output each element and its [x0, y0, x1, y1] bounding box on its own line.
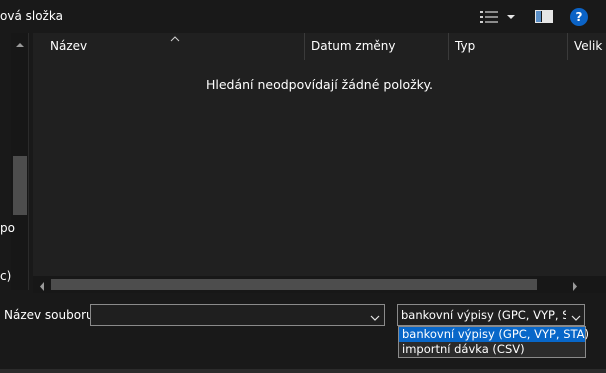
horizontal-scrollbar-thumb[interactable] — [51, 279, 537, 290]
nav-item-label[interactable]: c) — [0, 269, 11, 283]
file-list[interactable] — [33, 33, 606, 293]
scroll-right-icon[interactable] — [571, 280, 579, 291]
details-view-icon[interactable] — [480, 10, 498, 24]
column-header-type[interactable]: Typ — [455, 39, 475, 59]
filename-dropdown-chevron-icon[interactable] — [370, 311, 380, 321]
scroll-left-icon[interactable] — [38, 280, 46, 291]
column-header-date-modified[interactable]: Datum změny — [311, 39, 396, 59]
column-separator[interactable] — [448, 33, 449, 60]
file-type-selected-value[interactable]: bankovní výpisy (GPC, VYP, STA) — [401, 308, 566, 322]
column-header-name[interactable]: Název — [50, 39, 87, 59]
nav-item-label[interactable]: po — [0, 221, 15, 235]
filename-input[interactable] — [90, 304, 385, 326]
new-folder-button[interactable]: ová složka — [0, 9, 63, 23]
empty-results-message: Hledání neodpovídají žádné položky. — [205, 77, 434, 92]
file-type-chevron-icon[interactable] — [571, 311, 581, 321]
view-dropdown-chevron-icon[interactable] — [506, 11, 516, 21]
preview-pane-icon[interactable] — [535, 10, 553, 23]
pane-divider — [28, 33, 29, 290]
scroll-up-icon[interactable] — [16, 38, 24, 47]
list-vertical-scrollbar[interactable] — [588, 60, 606, 276]
file-type-option-import-batch[interactable]: importní dávka (CSV) — [399, 342, 585, 357]
filename-label: Název souboru: — [4, 308, 98, 322]
bottom-border — [0, 369, 606, 373]
file-type-option-bank-statements[interactable]: bankovní výpisy (GPC, VYP, STA) — [399, 327, 589, 342]
column-header-size[interactable]: Velik — [574, 39, 606, 59]
sort-indicator-icon — [170, 31, 180, 42]
help-icon[interactable]: ? — [570, 8, 588, 26]
nav-scrollbar-thumb[interactable] — [13, 156, 27, 215]
column-separator[interactable] — [567, 33, 568, 60]
column-separator[interactable] — [304, 33, 305, 60]
